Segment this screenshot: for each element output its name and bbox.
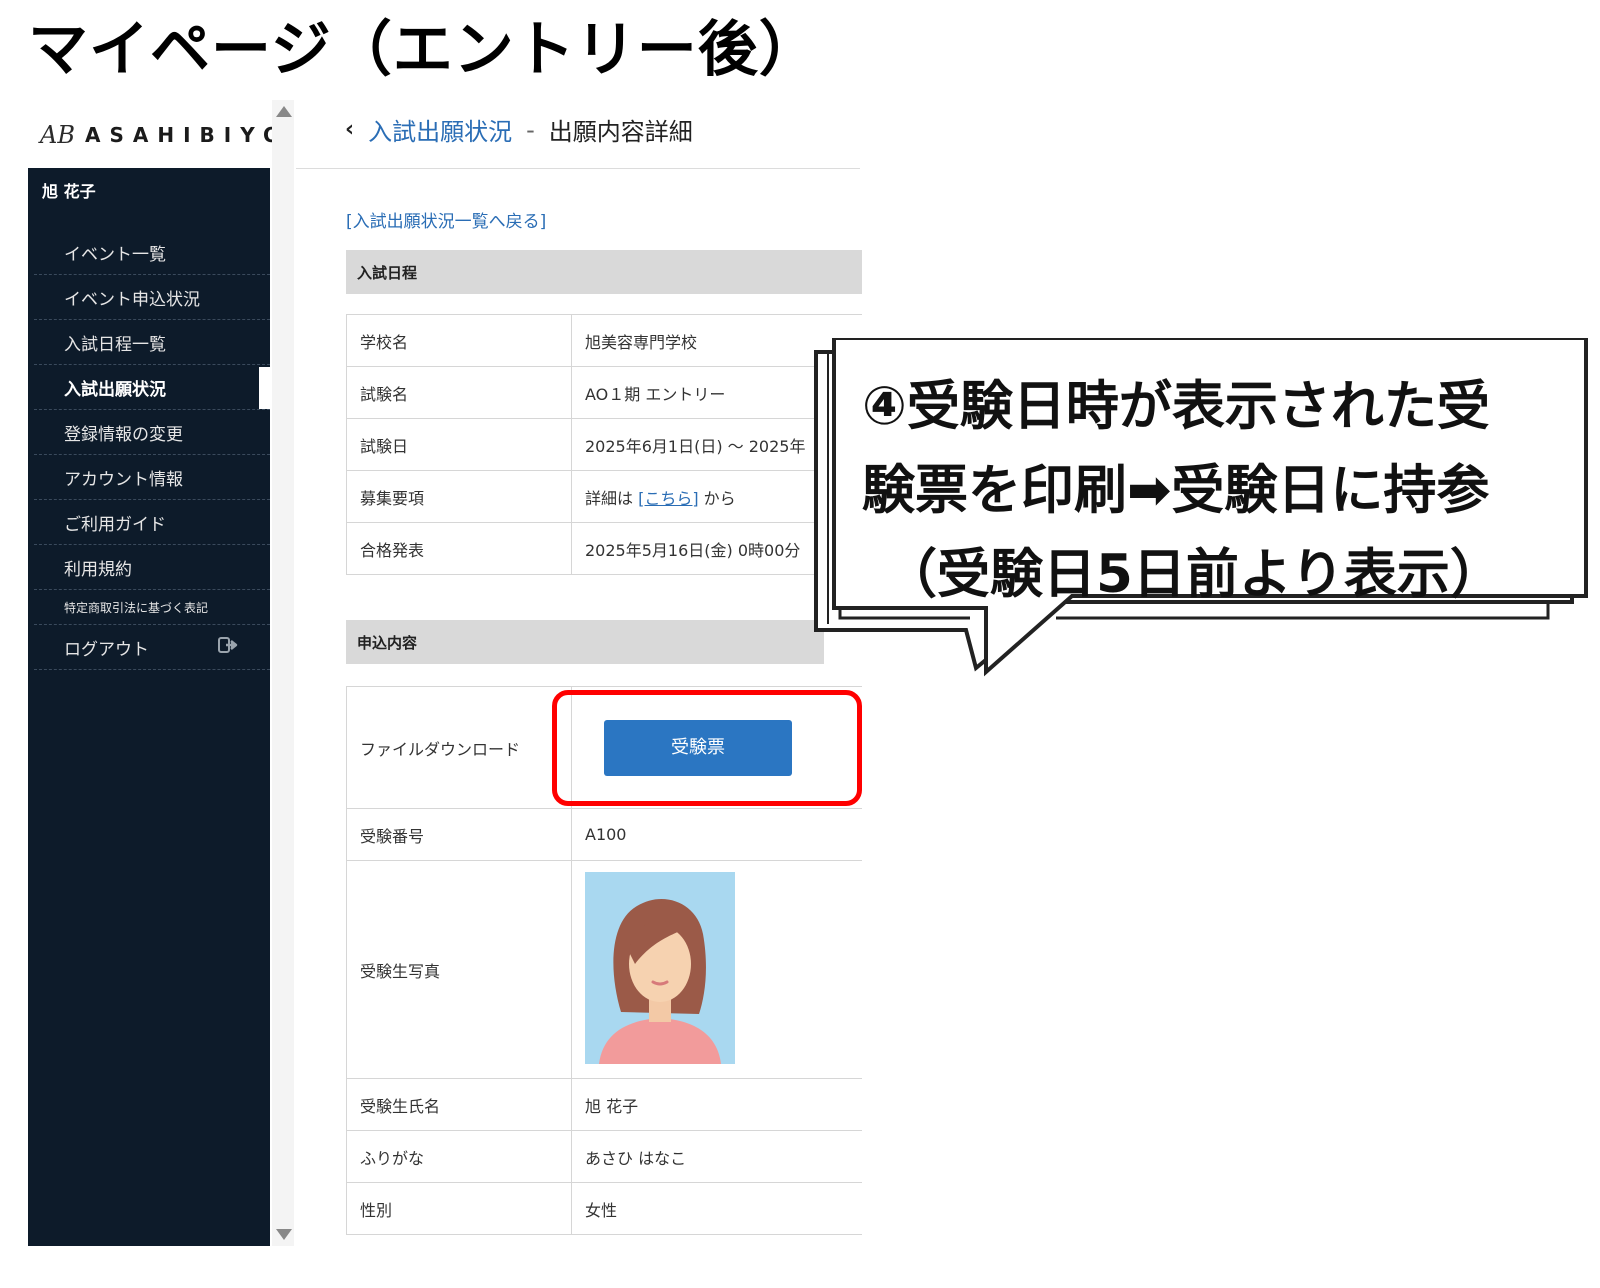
back-to-list-link[interactable]: [入試出願状況一覧へ戻る]	[346, 207, 546, 232]
section-header-application: 申込内容	[346, 620, 824, 664]
sidebar: 旭 花子 イベント一覧 イベント申込状況 入試日程一覧 入試出願状況 登録情報の…	[28, 168, 270, 1246]
sidebar-item-event-application-status[interactable]: イベント申込状況	[34, 275, 270, 320]
sidebar-item-user-guide[interactable]: ご利用ガイド	[34, 500, 270, 545]
table-row: 試験名 AO１期 エントリー	[346, 366, 870, 419]
logout-icon	[218, 636, 240, 659]
row-value-applicant-name: 旭 花子	[571, 1078, 870, 1131]
table-row: 募集要項 詳細は [こちら] から	[346, 470, 870, 523]
sidebar-item-label: ご利用ガイド	[64, 514, 166, 535]
sidebar-item-label: 登録情報の変更	[64, 424, 183, 445]
sidebar-item-terms[interactable]: 利用規約	[34, 545, 270, 590]
sidebar-item-event-list[interactable]: イベント一覧	[34, 230, 270, 275]
applicant-photo	[585, 871, 735, 1064]
table-row: 合格発表 2025年5月16日(金) 0時00分	[346, 522, 870, 575]
site-logo[interactable]: AB ASAHIBIYO	[40, 120, 289, 150]
table-row: 受験番号 A100	[346, 808, 870, 861]
logo-text: ASAHIBIYO	[84, 123, 289, 147]
logo-mark-icon: AB	[40, 121, 75, 149]
sidebar-item-label: イベント申込状況	[64, 289, 200, 310]
sidebar-nav: イベント一覧 イベント申込状況 入試日程一覧 入試出願状況 登録情報の変更 アカ…	[34, 230, 270, 670]
row-value-furigana: あさひ はなこ	[571, 1130, 870, 1183]
row-label-file-download: ファイルダウンロード	[346, 686, 572, 809]
sidebar-item-exam-schedule-list[interactable]: 入試日程一覧	[34, 320, 270, 365]
sidebar-item-application-status[interactable]: 入試出願状況	[34, 365, 270, 410]
table-row: 受験生写真	[346, 860, 870, 1079]
sidebar-item-label: 利用規約	[64, 559, 132, 580]
sidebar-item-label: 入試日程一覧	[64, 334, 166, 355]
section-header-schedule: 入試日程	[346, 250, 870, 294]
sidebar-item-label: アカウント情報	[64, 469, 183, 490]
highlight-box	[552, 690, 862, 806]
user-name: 旭 花子	[42, 182, 96, 201]
sidebar-item-label: イベント一覧	[64, 244, 166, 265]
callout-line-1: ④受験日時が表示された受	[862, 376, 1490, 437]
row-label-exam-name: 試験名	[346, 366, 572, 419]
row-value-exam-number: A100	[571, 808, 870, 861]
header-divider	[296, 168, 860, 169]
scroll-down-arrow-icon[interactable]	[276, 1229, 292, 1240]
row-label-result-announcement: 合格発表	[346, 522, 572, 575]
row-value-gender: 女性	[571, 1182, 870, 1235]
row-label-guidelines: 募集要項	[346, 470, 572, 523]
sidebar-item-commercial-law[interactable]: 特定商取引法に基づく表記	[34, 590, 270, 625]
row-label-gender: 性別	[346, 1182, 572, 1235]
slide-title: マイページ（エントリー後）	[28, 15, 820, 85]
breadcrumb: ‹ 入試出願状況 - 出願内容詳細	[345, 112, 693, 147]
table-row: ふりがな あさひ はなこ	[346, 1130, 870, 1183]
row-label-applicant-name: 受験生氏名	[346, 1078, 572, 1131]
row-label-exam-number: 受験番号	[346, 808, 572, 861]
row-label-exam-date: 試験日	[346, 418, 572, 471]
table-row: 学校名 旭美容専門学校	[346, 314, 870, 367]
breadcrumb-separator: -	[526, 115, 535, 144]
breadcrumb-current: 出願内容詳細	[548, 118, 693, 146]
scroll-up-arrow-icon[interactable]	[276, 106, 292, 117]
sidebar-item-label: ログアウト	[64, 639, 149, 660]
table-row: 試験日 2025年6月1日(日) ～ 2025年	[346, 418, 870, 471]
sidebar-item-label: 特定商取引法に基づく表記	[64, 600, 209, 615]
table-row: 性別 女性	[346, 1182, 870, 1235]
schedule-table: 学校名 旭美容専門学校 試験名 AO１期 エントリー 試験日 2025年6月1日…	[346, 314, 870, 575]
content-edge	[862, 160, 872, 1260]
scrollbar[interactable]	[272, 100, 294, 1246]
guidelines-suffix: から	[698, 488, 736, 508]
row-label-school-name: 学校名	[346, 314, 572, 367]
sidebar-item-label: 入試出願状況	[64, 379, 166, 400]
sidebar-item-logout[interactable]: ログアウト	[34, 625, 270, 670]
guidelines-prefix: 詳細は	[585, 488, 639, 508]
sidebar-item-account-info[interactable]: アカウント情報	[34, 455, 270, 500]
callout-line-2: 験票を印刷➡受験日に持参	[862, 460, 1490, 521]
guidelines-link[interactable]: [こちら]	[638, 489, 699, 508]
chevron-left-icon[interactable]: ‹	[345, 117, 354, 142]
table-row: 受験生氏名 旭 花子	[346, 1078, 870, 1131]
row-label-applicant-photo: 受験生写真	[346, 860, 572, 1079]
callout-line-3: （受験日5日前より表示）	[884, 544, 1503, 605]
sidebar-item-edit-registration[interactable]: 登録情報の変更	[34, 410, 270, 455]
breadcrumb-parent-link[interactable]: 入試出願状況	[368, 112, 512, 147]
callout-text: ④受験日時が表示された受 験票を印刷➡受験日に持参 （受験日5日前より表示）	[862, 365, 1562, 617]
row-value-applicant-photo	[571, 860, 870, 1079]
row-label-furigana: ふりがな	[346, 1130, 572, 1183]
